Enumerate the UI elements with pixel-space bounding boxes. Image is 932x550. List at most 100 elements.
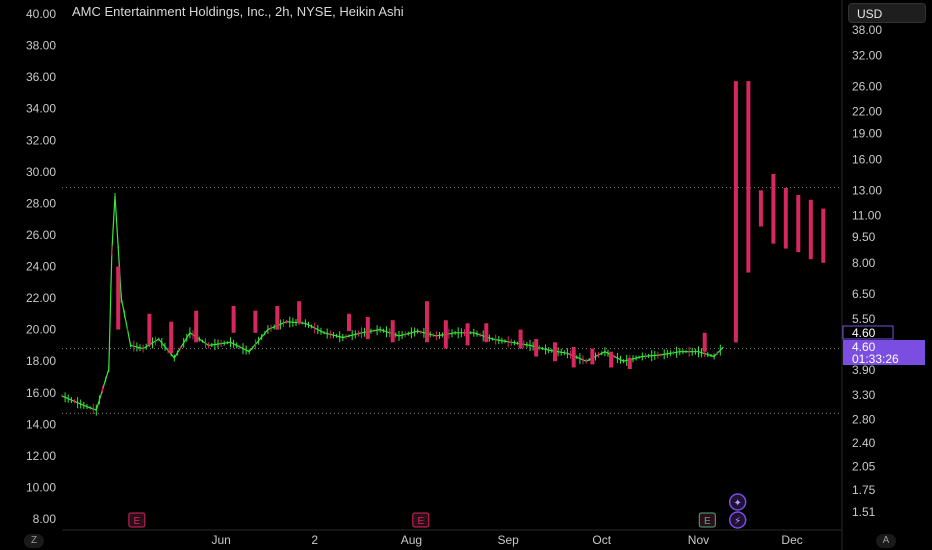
price-tags: 4.604.6001:33:26	[842, 325, 925, 366]
right-axis-tick-label: 16.00	[852, 152, 882, 166]
currency-button[interactable]: USD	[848, 3, 926, 23]
right-axis-tick-label: 26.00	[852, 80, 882, 94]
left-axis-tick-label: 16.00	[26, 386, 56, 400]
right-axis-tick-label: 32.00	[852, 49, 882, 63]
right-axis-tick-label: 13.00	[852, 183, 882, 197]
lightning-event-marker[interactable]: ⚡	[728, 511, 747, 529]
price-series-line	[61, 194, 724, 411]
time-axis-tick-label: Nov	[688, 533, 709, 547]
candle-body	[169, 321, 174, 354]
candle-body	[783, 188, 788, 249]
earnings-marker-label: E	[134, 516, 141, 527]
candle-body	[465, 323, 470, 346]
reference-lines	[62, 0, 843, 550]
right-axis-tick-label: 6.50	[852, 287, 876, 301]
left-axis-tick-label: 22.00	[26, 291, 56, 305]
price-tag-label: 4.60	[852, 326, 876, 340]
left-axis-tick-label: 34.00	[26, 102, 56, 116]
event-markers[interactable]: E E E ✦ ⚡	[128, 493, 747, 529]
candle-body	[275, 306, 280, 330]
earnings-marker-label: E	[417, 516, 424, 527]
left-axis-tick-label: 20.00	[26, 323, 56, 337]
right-price-axis[interactable]: 1.511.752.052.402.803.303.904.605.506.50…	[852, 23, 882, 519]
right-axis-tick-label: 9.50	[852, 230, 876, 244]
candle-body	[627, 358, 632, 369]
earnings-marker[interactable]: E	[412, 512, 430, 528]
right-axis-tick-label: 2.80	[852, 413, 876, 427]
earnings-marker-label: E	[704, 516, 711, 527]
candle-body	[702, 332, 707, 352]
time-axis-tick-label: 2	[311, 533, 318, 547]
left-price-axis[interactable]: 8.00 10.00 12.00 14.00 16.00 18.00 20.00 22.00 2…	[26, 7, 56, 526]
candle-body	[758, 190, 763, 227]
candle-body	[231, 306, 236, 333]
candle-body	[571, 347, 576, 368]
price-tag-label: 01:33:26	[852, 352, 899, 366]
time-axis-tick-label: Sep	[497, 533, 519, 547]
earnings-marker[interactable]: E	[128, 512, 146, 528]
zoom-reset-button[interactable]: Z	[24, 534, 44, 548]
left-axis-tick-label: 18.00	[26, 354, 56, 368]
candle-body	[821, 208, 826, 263]
price-tag: 01:33:26	[843, 352, 925, 366]
heikin-ashi-candles	[61, 81, 826, 416]
left-axis-tick-label: 12.00	[26, 449, 56, 463]
left-axis-tick-label: 32.00	[26, 133, 56, 147]
right-axis-tick-label: 5.50	[852, 312, 876, 326]
left-axis-tick-label: 38.00	[26, 39, 56, 53]
left-axis-tick-label: 30.00	[26, 165, 56, 179]
left-axis-tick-label: 14.00	[26, 417, 56, 431]
candle-body	[534, 339, 539, 357]
left-axis-tick-label: 10.00	[26, 480, 56, 494]
earnings-marker[interactable]: E	[698, 512, 716, 528]
candle-body	[808, 199, 813, 260]
right-axis-tick-label: 3.30	[852, 388, 876, 402]
time-axis[interactable]: Jun 2 Aug Sep Oct Nov Dec	[211, 533, 802, 547]
candle-body	[425, 301, 429, 343]
candle-body	[194, 310, 199, 343]
auto-scale-button[interactable]: A	[876, 534, 896, 548]
right-axis-tick-label: 2.05	[852, 459, 876, 473]
candle-body	[443, 320, 448, 349]
candle-body	[518, 329, 523, 349]
left-axis-tick-label: 28.00	[26, 196, 56, 210]
right-axis-tick-label: 11.00	[852, 208, 881, 222]
time-axis-tick-label: Dec	[781, 533, 802, 547]
left-axis-tick-label: 26.00	[26, 228, 56, 242]
lightning-event-label: ⚡	[734, 516, 741, 527]
right-axis-tick-label: 8.00	[852, 256, 876, 270]
right-axis-tick-label: 1.75	[852, 483, 876, 497]
right-axis-tick-label: 2.40	[852, 436, 876, 450]
candle-body	[297, 301, 302, 324]
chart-title: AMC Entertainment Holdings, Inc., 2h, NY…	[72, 4, 404, 19]
candle-body	[746, 81, 751, 273]
candle-body	[590, 348, 595, 365]
right-axis-tick-label: 22.00	[852, 105, 882, 119]
price-tag: 4.60	[842, 325, 894, 340]
left-axis-tick-label: 8.00	[33, 512, 57, 526]
time-axis-tick-label: Jun	[211, 533, 230, 547]
spark-event-marker[interactable]: ✦	[728, 493, 747, 511]
candle-body	[116, 266, 121, 330]
candle-body	[365, 317, 370, 340]
candle-body	[253, 310, 258, 333]
left-axis-tick-label: 40.00	[26, 7, 56, 21]
candle-body	[390, 320, 395, 343]
right-axis-tick-label: 1.51	[852, 505, 876, 519]
candle-body	[147, 313, 152, 346]
candle-body	[484, 323, 489, 343]
candle-body	[347, 313, 351, 332]
right-axis-tick-label: 38.00	[852, 23, 882, 37]
candle-body	[553, 342, 557, 362]
time-axis-tick-label: Oct	[592, 533, 611, 547]
time-axis-tick-label: Aug	[401, 533, 422, 547]
spark-event-label: ✦	[733, 498, 741, 509]
candle-body	[609, 351, 614, 368]
left-axis-tick-label: 24.00	[26, 260, 56, 274]
left-axis-tick-label: 36.00	[26, 70, 56, 84]
right-axis-tick-label: 19.00	[852, 127, 882, 141]
candle-body	[771, 174, 776, 244]
price-chart[interactable]: 8.00 10.00 12.00 14.00 16.00 18.00 20.00 22.00 2…	[0, 0, 932, 550]
candle-body	[796, 195, 801, 253]
candle-body	[733, 81, 738, 343]
